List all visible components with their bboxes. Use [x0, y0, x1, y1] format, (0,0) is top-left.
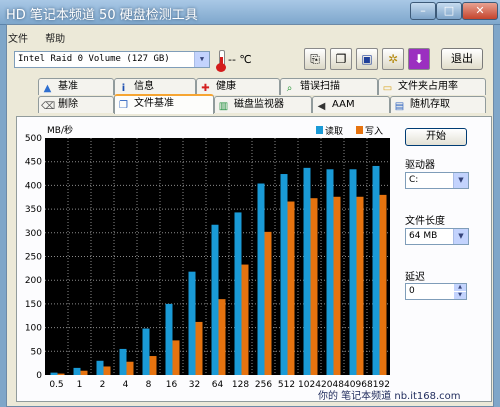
read-bar [73, 367, 81, 375]
y-tick-label: 350 [25, 205, 42, 215]
y-tick-label: 200 [25, 276, 42, 286]
chevron-down-icon[interactable]: ▼ [453, 173, 468, 188]
write-bar [195, 321, 203, 375]
write-bar [57, 373, 65, 375]
write-bar [310, 198, 318, 375]
legend-label-write: 写入 [365, 126, 383, 137]
x-tick-label: 128 [232, 380, 249, 390]
write-bar [126, 361, 134, 375]
x-tick-label: 256 [255, 380, 272, 390]
x-tick-label: 32 [189, 380, 200, 390]
read-bar [188, 271, 196, 375]
y-tick-label: 0 [36, 371, 42, 381]
write-bar [172, 340, 180, 375]
watermark: 你的 笔记本频道 nb.it168.com [318, 391, 461, 402]
read-bar [326, 169, 334, 375]
y-tick-label: 100 [25, 324, 42, 334]
read-bar [165, 303, 173, 375]
x-tick-label: 0.5 [49, 380, 63, 390]
x-tick-label: 4 [123, 380, 129, 390]
read-bar [372, 165, 380, 375]
read-bar [257, 183, 265, 375]
write-bar [103, 366, 111, 375]
write-bar [218, 299, 226, 375]
tab-label: 文件基准 [134, 98, 174, 109]
y-tick-label: 450 [25, 158, 42, 168]
read-bar [303, 167, 311, 375]
transfer-rate-chart: 0 50 100 150 200 250 300 350 400 450 500 0.5 1 2 4 8 16 3… [25, 124, 390, 390]
drive-label: 驱动器 [405, 160, 435, 171]
write-bar [80, 370, 88, 375]
legend-swatch-read [316, 126, 323, 134]
y-tick-label: 150 [25, 300, 42, 310]
x-tick-label: 16 [166, 380, 178, 390]
delay-stepper[interactable]: 0 ▲ ▼ [405, 283, 467, 300]
write-bar [379, 194, 387, 375]
read-bar [349, 169, 357, 375]
tab-file-benchmark[interactable]: ❐ 文件基准 [114, 94, 214, 114]
x-tick-label: 1 [77, 380, 83, 390]
y-tick-label: 500 [25, 134, 42, 144]
chevron-up-icon[interactable]: ▲ [454, 284, 466, 291]
read-bar [96, 360, 104, 375]
legend-swatch-write [356, 126, 363, 134]
file-length-label: 文件长度 [405, 216, 445, 227]
read-bar [280, 174, 288, 375]
write-bar [149, 356, 157, 375]
file-length-value: 64 MB [409, 231, 438, 241]
y-tick-label: 400 [25, 181, 42, 191]
chevron-down-icon[interactable]: ▼ [453, 229, 468, 244]
read-bar [142, 328, 150, 375]
y-tick-label: 300 [25, 229, 42, 239]
y-tick-label: 50 [31, 347, 43, 357]
legend-label-read: 读取 [325, 125, 343, 137]
write-bar [287, 201, 295, 375]
file-benchmark-icon: ❐ [119, 100, 128, 111]
write-bar [264, 231, 272, 375]
read-bar [119, 348, 127, 375]
y-tick-label: 250 [25, 253, 42, 263]
start-button[interactable]: 开始 [405, 128, 467, 146]
file-length-select[interactable]: 64 MB ▼ [405, 228, 469, 245]
delay-value: 0 [409, 286, 415, 296]
x-tick-label: 2 [100, 380, 106, 390]
x-tick-label: 8 [146, 380, 152, 390]
x-tick-label: 64 [212, 380, 224, 390]
chevron-down-icon[interactable]: ▼ [454, 292, 466, 299]
x-tick-label: 512 [278, 380, 295, 390]
drive-letter-value: C: [409, 175, 419, 185]
y-axis-label: MB/秒 [47, 124, 73, 136]
drive-letter-select[interactable]: C: ▼ [405, 172, 469, 189]
write-bar [356, 196, 364, 375]
write-bar [333, 196, 341, 375]
delay-label: 延迟 [405, 272, 425, 283]
write-bar [241, 264, 249, 375]
read-bar [50, 372, 58, 375]
read-bar [234, 212, 242, 375]
read-bar [211, 224, 219, 375]
